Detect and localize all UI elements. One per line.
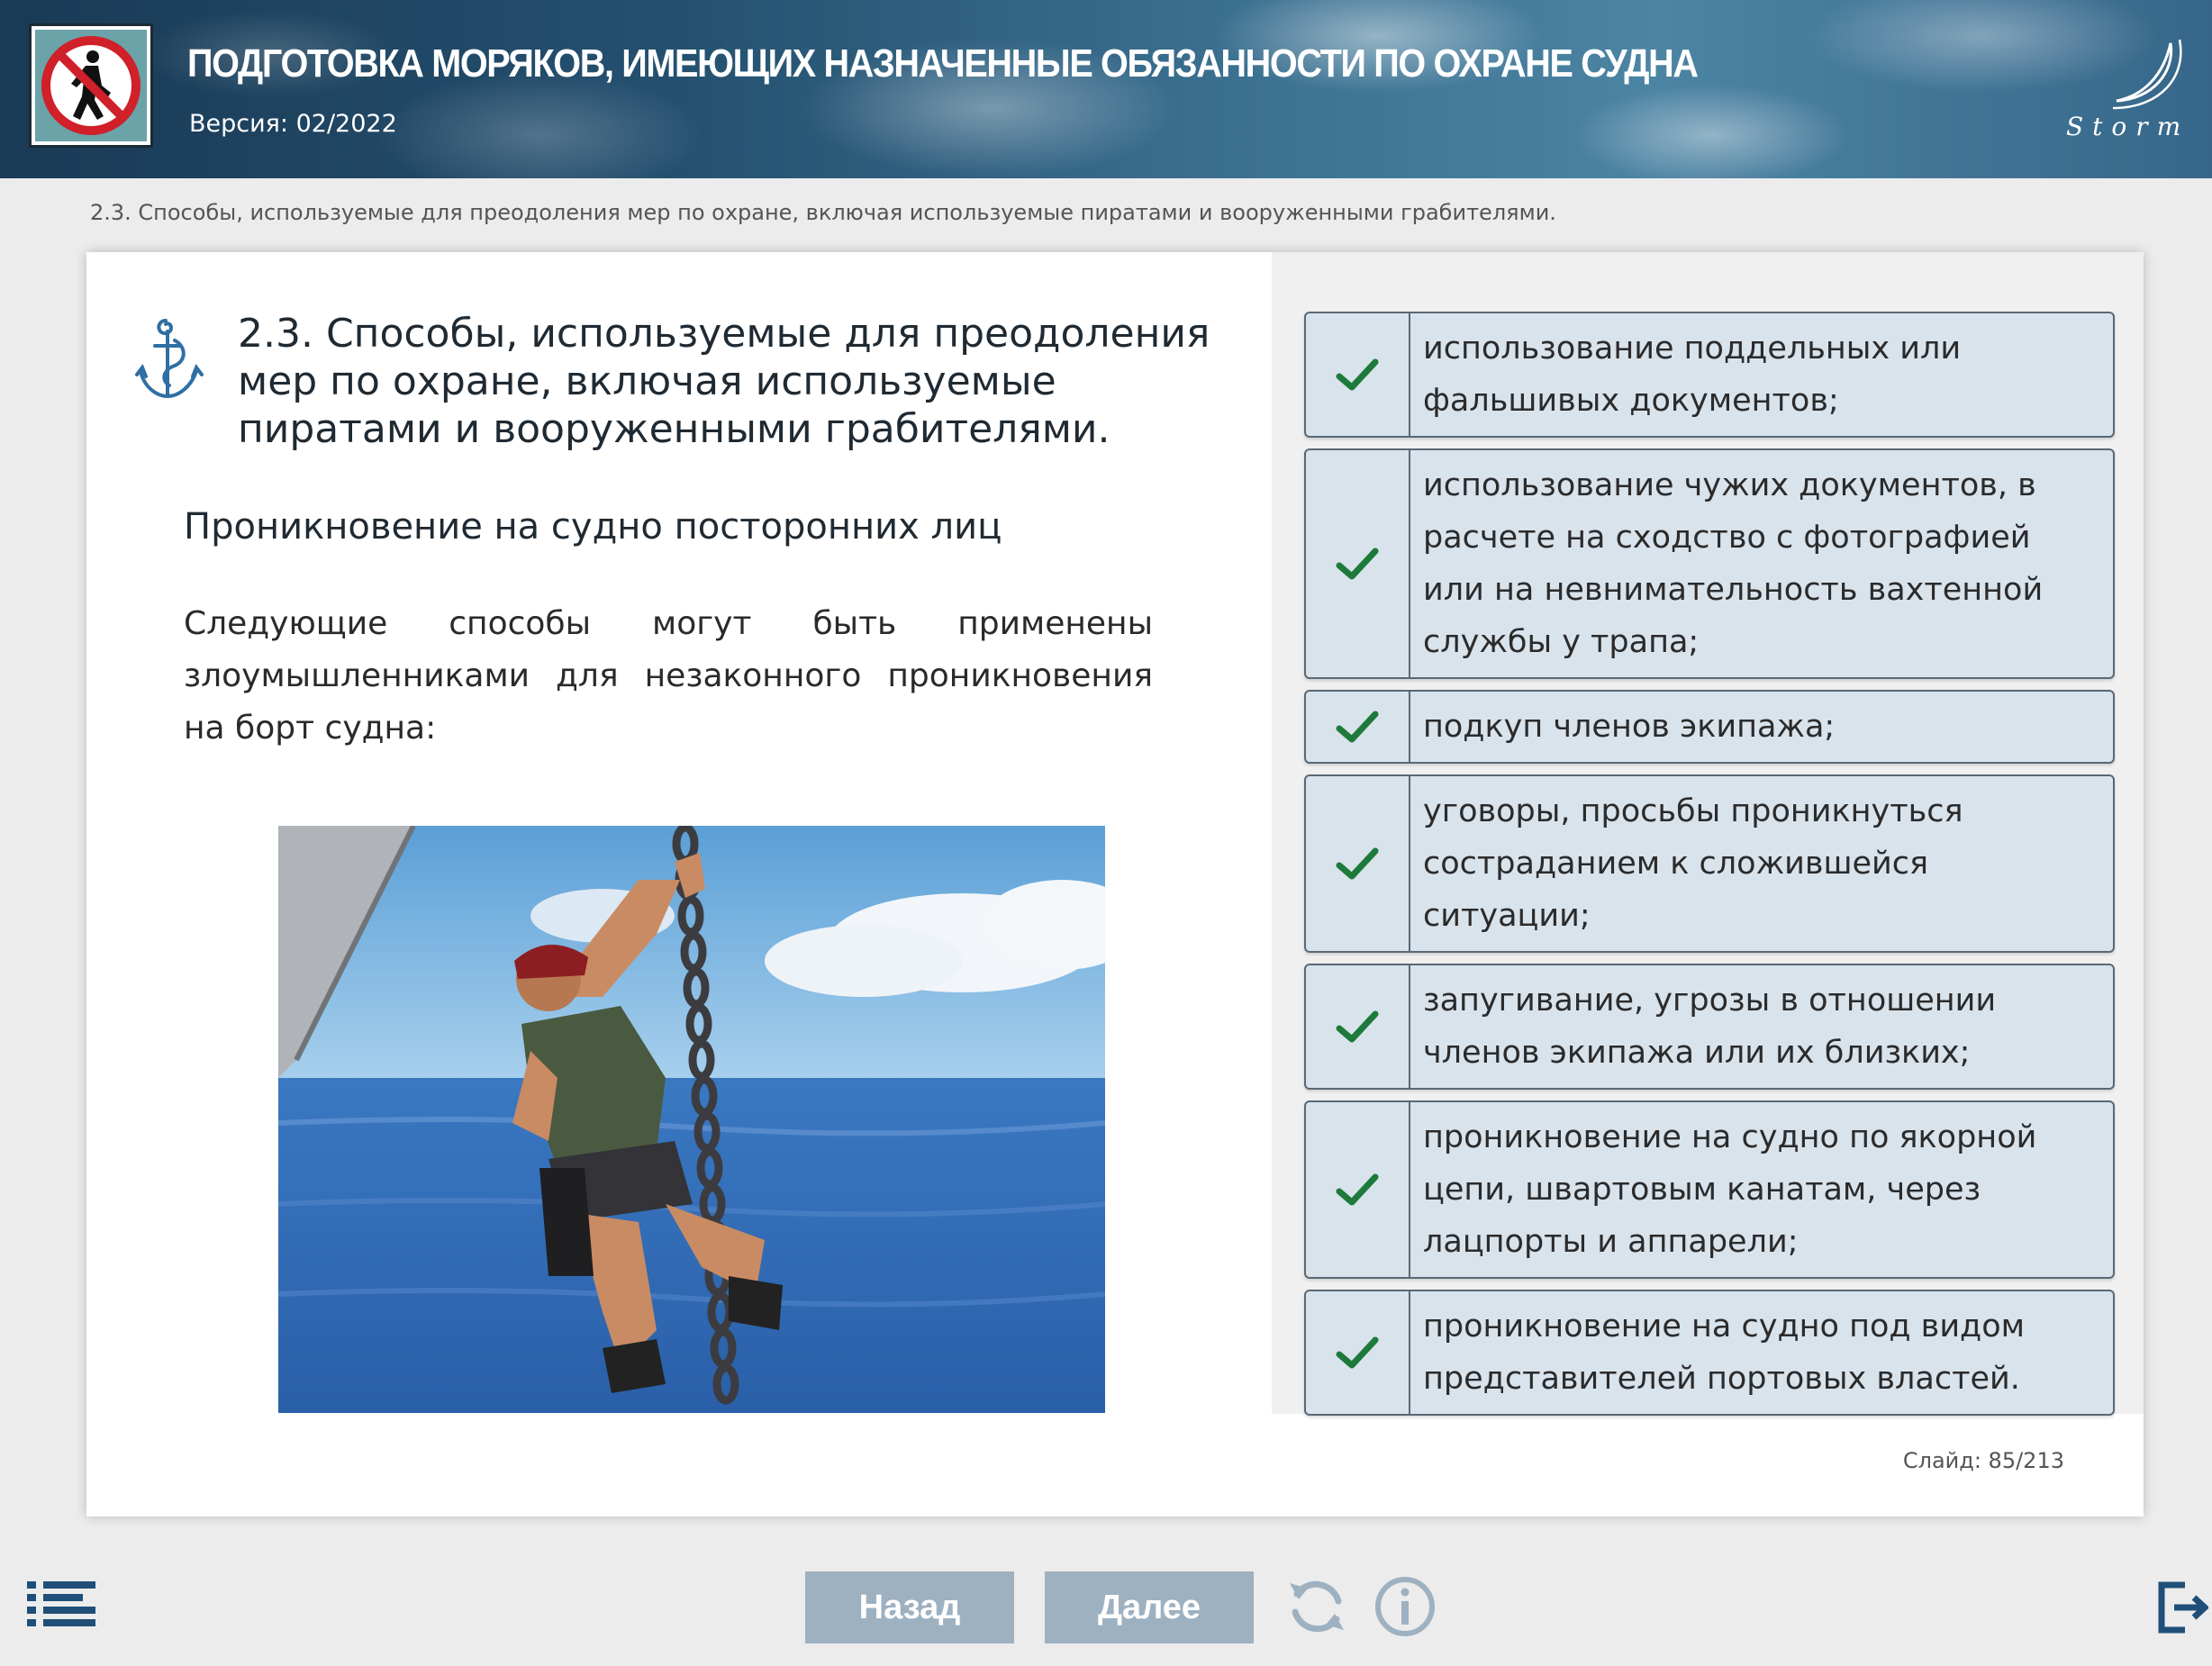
no-pedestrian-icon bbox=[41, 36, 141, 135]
list-item[interactable]: уговоры, просьбы проникнуться сострадани… bbox=[1304, 774, 2115, 953]
checkmark-icon bbox=[1336, 358, 1379, 391]
list-item[interactable]: запугивание, угрозы в отношении членов э… bbox=[1304, 964, 2115, 1090]
checkmark-icon bbox=[1336, 1173, 1379, 1206]
list-item-text: подкуп членов экипажа; bbox=[1423, 709, 1836, 745]
checkmark-icon bbox=[1336, 548, 1379, 580]
list-item-text: использование поддельных или фальшивых д… bbox=[1423, 330, 1962, 419]
methods-list: использование поддельных или фальшивых д… bbox=[1304, 312, 2115, 1426]
header-banner: ПОДГОТОВКА МОРЯКОВ, ИМЕЮЩИХ НАЗНАЧЕННЫЕ … bbox=[0, 0, 2212, 178]
checkmark-icon bbox=[1336, 847, 1379, 880]
list-item-text: запугивание, угрозы в отношении членов э… bbox=[1423, 982, 1997, 1071]
list-item-text: проникновение на судно под видом предста… bbox=[1423, 1308, 2026, 1397]
list-item[interactable]: подкуп членов экипажа; bbox=[1304, 690, 2115, 764]
storm-logo-icon: Storm bbox=[2066, 39, 2189, 141]
slide-title: 2.3. Способы, используемые для преодолен… bbox=[238, 311, 1210, 452]
list-item[interactable]: проникновение на судно по якорной цепи, … bbox=[1304, 1100, 2115, 1279]
list-item-text: уговоры, просьбы проникнуться сострадани… bbox=[1423, 793, 1963, 934]
list-item[interactable]: использование чужих документов, в расчет… bbox=[1304, 448, 2115, 679]
section-heading: Проникновение на судно посторонних лиц bbox=[184, 506, 1002, 548]
list-item[interactable]: проникновение на судно под видом предста… bbox=[1304, 1290, 2115, 1416]
exit-icon[interactable] bbox=[2158, 1581, 2208, 1634]
course-logo bbox=[29, 23, 153, 148]
refresh-icon[interactable] bbox=[1284, 1574, 1349, 1639]
intro-paragraph: Следующие способы могут быть применены з… bbox=[184, 605, 1153, 747]
back-button[interactable]: Назад bbox=[805, 1571, 1014, 1643]
checkmark-icon bbox=[1336, 1010, 1379, 1043]
list-item[interactable]: использование поддельных или фальшивых д… bbox=[1304, 312, 2115, 438]
slide-card: 2.3. Способы, используемые для преодолен… bbox=[86, 252, 2144, 1517]
breadcrumb: 2.3. Способы, используемые для преодолен… bbox=[90, 200, 1556, 225]
course-title: ПОДГОТОВКА МОРЯКОВ, ИМЕЮЩИХ НАЗНАЧЕННЫЕ … bbox=[187, 41, 1699, 86]
checkmark-icon bbox=[1336, 711, 1379, 743]
next-button[interactable]: Далее bbox=[1045, 1571, 1254, 1643]
info-icon[interactable] bbox=[1374, 1576, 1436, 1637]
anchor-icon bbox=[135, 319, 204, 399]
pirate-illustration bbox=[278, 826, 1105, 1413]
course-version: Версия: 02/2022 bbox=[189, 110, 397, 138]
checkmark-icon bbox=[1336, 1336, 1379, 1369]
menu-icon[interactable] bbox=[27, 1581, 95, 1626]
list-item-text: проникновение на судно по якорной цепи, … bbox=[1423, 1119, 2037, 1260]
svg-text:Storm: Storm bbox=[2066, 112, 2189, 141]
methods-panel: использование поддельных или фальшивых д… bbox=[1272, 252, 2144, 1416]
slide-counter: Слайд: 85/213 bbox=[1902, 1448, 2064, 1473]
list-item-text: использование чужих документов, в расчет… bbox=[1423, 467, 2044, 660]
slide-content: 2.3. Способы, используемые для преодолен… bbox=[86, 252, 1272, 1414]
